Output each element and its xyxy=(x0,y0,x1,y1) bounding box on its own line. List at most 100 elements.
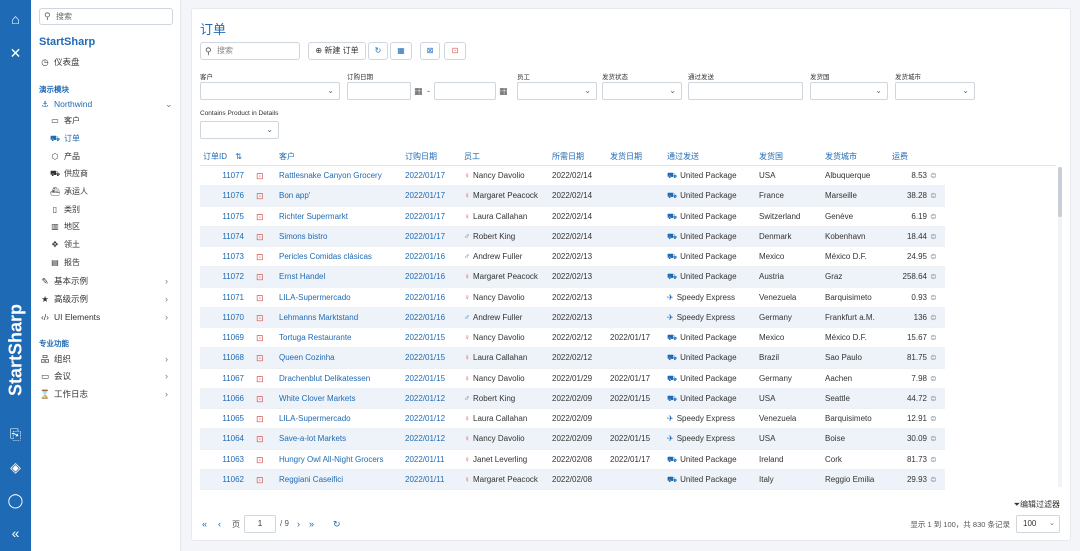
user-icon[interactable]: ◯ xyxy=(6,491,25,510)
order-id-link[interactable]: 11063 xyxy=(200,450,244,470)
employee-filter-select[interactable]: ⌄ xyxy=(517,82,597,100)
pdf-icon[interactable]: ⊡ xyxy=(256,348,266,368)
table-row[interactable]: 11068 ⊡ Queen Cozinha 2022/01/15 ♀ Laura Call… xyxy=(200,348,945,369)
order-id-link[interactable]: 11066 xyxy=(200,389,244,409)
order-id-link[interactable]: 11072 xyxy=(200,267,244,287)
customer-link[interactable]: Queen Cozinha xyxy=(279,348,399,368)
customer-link[interactable]: Ernst Handel xyxy=(279,267,399,287)
table-row[interactable]: 11069 ⊡ Tortuga Restaurante 2022/01/15 ♀ Nanc… xyxy=(200,328,945,349)
table-row[interactable]: 11064 ⊡ Save-a-lot Markets 2022/01/12 ♀ Nancy… xyxy=(200,429,945,450)
table-row[interactable]: 11067 ⊡ Drachenblut Delikatessen 2022/01/15… xyxy=(200,369,945,389)
column-header-ship-city[interactable]: 发货城市 xyxy=(825,151,857,162)
reload-button[interactable]: ↻ xyxy=(333,519,341,530)
customer-link[interactable]: LILA-Supermercado xyxy=(279,409,399,429)
pdf-icon[interactable]: ⊡ xyxy=(256,288,266,308)
column-header-order-date[interactable]: 订购日期 xyxy=(405,151,437,162)
ship-via-filter-input[interactable] xyxy=(688,82,803,100)
customer-link[interactable]: Simons bistro xyxy=(279,227,399,247)
contains-product-filter-select[interactable]: ⌄ xyxy=(200,121,279,139)
pdf-icon[interactable]: ⊡ xyxy=(256,409,266,429)
sidebar-item-reports[interactable]: ▤ 报告 xyxy=(49,256,80,270)
sidebar-item-meeting[interactable]: ▭ 会议 xyxy=(39,369,71,383)
order-date-link[interactable]: 2022/01/15 xyxy=(405,328,455,348)
pdf-icon[interactable]: ⊡ xyxy=(256,369,266,389)
order-date-link[interactable]: 2022/01/17 xyxy=(405,227,455,247)
column-header-shipped-date[interactable]: 发货日期 xyxy=(610,151,642,162)
customer-link[interactable]: White Clover Markets xyxy=(279,389,399,409)
sidebar-item-ui-elements[interactable]: ‹/› UI Elements xyxy=(39,310,100,324)
customer-link[interactable]: LILA-Supermercado xyxy=(279,288,399,308)
calendar-icon[interactable]: ▦ xyxy=(499,86,508,97)
ship-status-filter-select[interactable]: ⌄ xyxy=(602,82,682,100)
refresh-button[interactable]: ↻ xyxy=(368,42,388,60)
table-row[interactable]: 11066 ⊡ White Clover Markets 2022/01/12 ♂ Rob… xyxy=(200,388,945,409)
order-date-link[interactable]: 2022/01/17 xyxy=(405,166,455,186)
customer-link[interactable]: Bon app' xyxy=(279,186,399,206)
table-row[interactable]: 11076 ⊡ Bon app' 2022/01/17 ♀ Margaret Peacoc… xyxy=(200,186,945,207)
order-date-link[interactable]: 2022/01/16 xyxy=(405,308,455,328)
order-id-link[interactable]: 11075 xyxy=(200,207,244,227)
sidebar-item-regions[interactable]: ▥ 地区 xyxy=(49,220,80,234)
customer-link[interactable]: Save-a-lot Markets xyxy=(279,429,399,449)
table-row[interactable]: 11062 ⊡ Reggiani Caseifici 2022/01/11 ♀ Marga… xyxy=(200,469,945,490)
page-number-input[interactable]: 1 xyxy=(244,515,276,533)
customer-link[interactable]: Richter Supermarkt xyxy=(279,207,399,227)
pdf-export-button[interactable]: ⊡ xyxy=(444,42,466,60)
customer-link[interactable]: Reggiani Caseifici xyxy=(279,470,399,490)
calendar-icon[interactable]: ▦ xyxy=(414,86,423,97)
sidebar-item-territories[interactable]: ✥ 领土 xyxy=(49,238,80,252)
sidebar-item-dashboard[interactable]: ◷ 仪表盘 xyxy=(39,55,79,69)
page-size-select[interactable]: 100 ⌄ xyxy=(1016,515,1060,533)
last-page-button[interactable]: » xyxy=(309,519,314,529)
column-header-id[interactable]: 订单ID ⇅ xyxy=(203,151,242,162)
pdf-icon[interactable]: ⊡ xyxy=(256,389,266,409)
pdf-icon[interactable]: ⊡ xyxy=(256,247,266,267)
theme-icon[interactable]: ◈ xyxy=(6,458,25,477)
pdf-icon[interactable]: ⊡ xyxy=(256,166,266,186)
sidebar-item-basic-samples[interactable]: ✎ 基本示例 xyxy=(39,274,88,288)
customer-link[interactable]: Rattlesnake Canyon Grocery xyxy=(279,166,399,186)
grid-scrollbar-thumb[interactable] xyxy=(1058,167,1062,217)
column-header-employee[interactable]: 员工 xyxy=(464,151,480,162)
column-header-ship-via[interactable]: 通过发送 xyxy=(667,151,699,162)
order-date-link[interactable]: 2022/01/15 xyxy=(405,348,455,368)
pdf-icon[interactable]: ⊡ xyxy=(256,450,266,470)
order-date-start-input[interactable] xyxy=(347,82,411,100)
column-header-required-date[interactable]: 所需日期 xyxy=(552,151,584,162)
table-row[interactable]: 11071 ⊡ LILA-Supermercado 2022/01/16 ♀ Nancy … xyxy=(200,288,945,308)
order-id-link[interactable]: 11068 xyxy=(200,348,244,368)
pdf-icon[interactable]: ⊡ xyxy=(256,308,266,328)
sidebar-search-input[interactable]: ⚲ 搜索 xyxy=(39,8,173,25)
order-date-link[interactable]: 2022/01/12 xyxy=(405,429,455,449)
customer-link[interactable]: Drachenblut Delikatessen xyxy=(279,369,399,389)
order-date-end-input[interactable] xyxy=(434,82,496,100)
pdf-icon[interactable]: ⊡ xyxy=(256,207,266,227)
order-date-link[interactable]: 2022/01/15 xyxy=(405,369,455,389)
order-id-link[interactable]: 11062 xyxy=(200,470,244,490)
new-order-button[interactable]: ⊕ 新建 订单 xyxy=(308,42,366,60)
table-row[interactable]: 11074 ⊡ Simons bistro 2022/01/17 ♂ Robert Kin… xyxy=(200,226,945,247)
order-id-link[interactable]: 11074 xyxy=(200,227,244,247)
pdf-icon[interactable]: ⊡ xyxy=(256,186,266,206)
excel-export-button[interactable]: ⊠ xyxy=(420,42,440,60)
table-row[interactable]: 11075 ⊡ Richter Supermarkt 2022/01/17 ♀ Laura… xyxy=(200,207,945,227)
first-page-button[interactable]: « xyxy=(202,519,207,529)
grid-search-input[interactable]: ⚲ 搜索 xyxy=(200,42,300,60)
order-date-link[interactable]: 2022/01/12 xyxy=(405,389,455,409)
sidebar-item-worklog[interactable]: ⌛ 工作日志 xyxy=(39,387,88,401)
order-id-link[interactable]: 11077 xyxy=(200,166,244,186)
order-date-link[interactable]: 2022/01/16 xyxy=(405,288,455,308)
order-id-link[interactable]: 11073 xyxy=(200,247,244,267)
sidebar-item-products[interactable]: ⬡ 产品 xyxy=(49,150,81,164)
sidebar-item-customers[interactable]: ▭ 客户 xyxy=(49,114,80,128)
table-row[interactable]: 11065 ⊡ LILA-Supermercado 2022/01/12 ♀ Laura … xyxy=(200,409,945,430)
pdf-icon[interactable]: ⊡ xyxy=(256,470,266,490)
order-id-link[interactable]: 11067 xyxy=(200,369,244,389)
sidebar-item-northwind[interactable]: ⚓ Northwind xyxy=(39,97,92,111)
collapse-icon[interactable]: « xyxy=(6,524,25,543)
order-date-link[interactable]: 2022/01/16 xyxy=(405,247,455,267)
sidebar-item-categories[interactable]: ▯ 类别 xyxy=(49,203,80,217)
customer-filter-select[interactable]: ⌄ xyxy=(200,82,340,100)
pdf-icon[interactable]: ⊡ xyxy=(256,429,266,449)
customer-link[interactable]: Tortuga Restaurante xyxy=(279,328,399,348)
